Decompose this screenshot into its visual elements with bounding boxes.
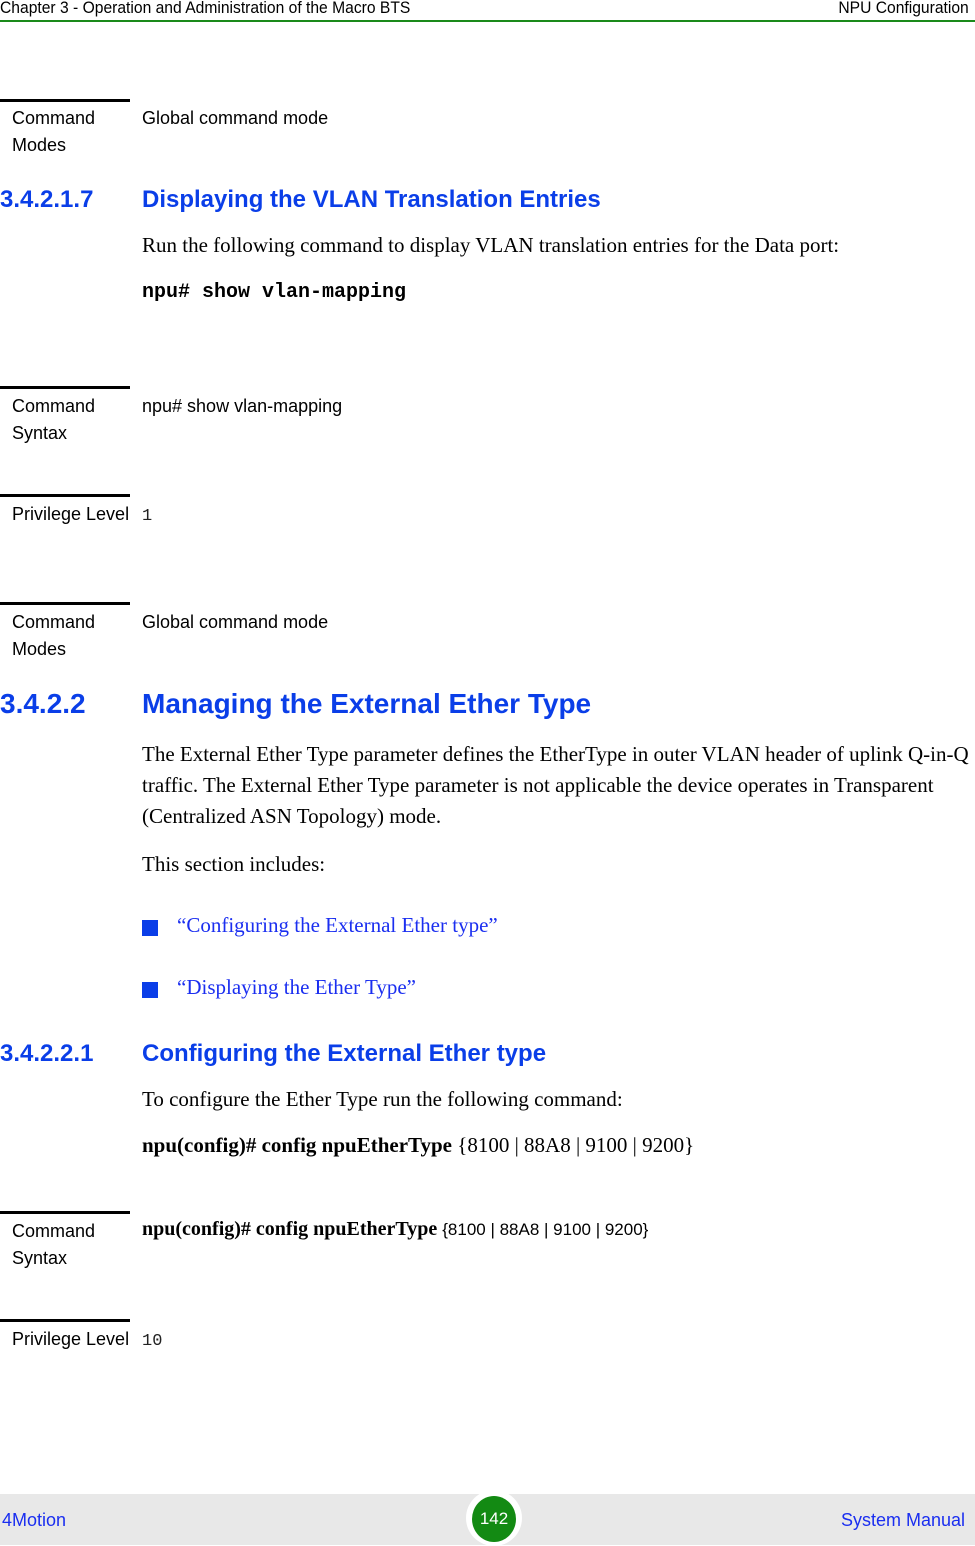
command-syntax-value: npu(config)# config npuEtherType {8100 |… — [142, 1218, 648, 1241]
section-title: Managing the External Ether Type — [142, 688, 592, 719]
command-example: npu# show vlan-mapping — [142, 281, 407, 304]
privilege-level-value: 10 — [142, 1332, 163, 1351]
section-number: 3.4.2.2.1 — [0, 1040, 94, 1067]
command-syntax-label: Command Syntax — [12, 1221, 96, 1268]
section-title: Configuring the External Ether type — [142, 1040, 547, 1067]
table-rule — [0, 99, 130, 102]
table-rule — [0, 602, 130, 605]
section-includes: This section includes: — [142, 852, 326, 876]
section-number: 3.4.2.2 — [0, 688, 86, 719]
command-modes-label: Command Modes — [12, 612, 96, 659]
page-number-badge: 142 — [472, 1496, 516, 1542]
privilege-level-label: Privilege Level — [12, 1329, 130, 1349]
command-keyword: npu(config)# config npuEtherType — [142, 1218, 438, 1240]
table-rule — [0, 1211, 130, 1214]
link-configuring-external-ether-type[interactable]: “Configuring the External Ether type” — [177, 913, 498, 938]
section-intro: Run the following command to display VLA… — [142, 233, 840, 257]
table-rule — [0, 386, 130, 389]
bullet-icon — [142, 982, 158, 998]
running-header-section: NPU Configuration — [838, 0, 969, 17]
command-syntax-value: npu# show vlan-mapping — [142, 396, 343, 416]
section-number: 3.4.2.1.7 — [0, 186, 94, 213]
command-modes-value: Global command mode — [142, 108, 329, 128]
footer-manual: System Manual — [840, 1510, 965, 1530]
header-divider — [0, 20, 975, 22]
link-displaying-ether-type[interactable]: “Displaying the Ether Type” — [177, 975, 416, 1000]
command-arguments: {8100 | 88A8 | 9100 | 9200} — [457, 1133, 695, 1157]
privilege-level-value: 1 — [142, 507, 153, 526]
command-modes-label: Command Modes — [12, 108, 96, 155]
section-intro: To configure the Ether Type run the foll… — [142, 1087, 623, 1111]
section-title: Displaying the VLAN Translation Entries — [142, 186, 601, 213]
command-keyword: npu(config)# config npuEtherType — [142, 1133, 452, 1157]
command-arguments: {8100 | 88A8 | 9100 | 9200} — [442, 1220, 649, 1239]
running-header-chapter: Chapter 3 - Operation and Administration… — [0, 0, 411, 17]
table-rule — [0, 1319, 130, 1322]
command-modes-value: Global command mode — [142, 612, 329, 632]
footer-product: 4Motion — [2, 1510, 67, 1530]
section-paragraph: The External Ether Type parameter define… — [142, 742, 969, 828]
privilege-level-label: Privilege Level — [12, 504, 130, 524]
command-syntax-label: Command Syntax — [12, 396, 96, 443]
bullet-icon — [142, 920, 158, 936]
command-example: npu(config)# config npuEtherType {8100 |… — [142, 1133, 694, 1158]
table-rule — [0, 494, 130, 497]
